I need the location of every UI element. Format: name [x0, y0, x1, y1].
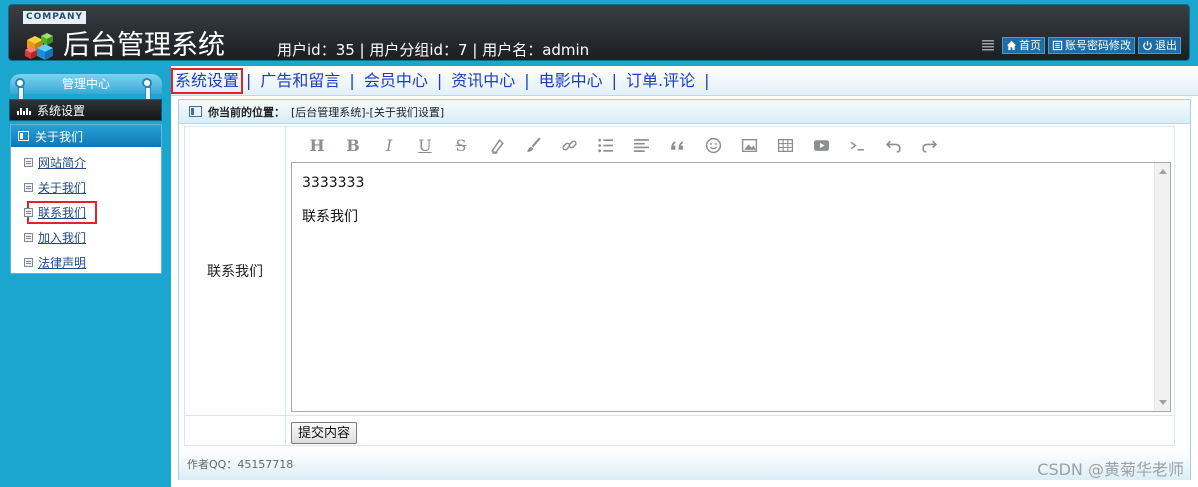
header-actions: 首页 账号密码修改 退出: [981, 36, 1181, 54]
code-icon[interactable]: [839, 134, 875, 158]
align-left-icon[interactable]: [623, 134, 659, 158]
nav-separator: |: [704, 71, 710, 90]
sidebar: 管理中心 系统设置 关于我们 网站简介 关于我们 联系我们 加入我们 法律声明: [0, 66, 171, 487]
italic-icon[interactable]: I: [371, 134, 407, 158]
breadcrumb-label: 你当前的位置：: [208, 105, 285, 119]
emoji-icon[interactable]: [695, 134, 731, 158]
sidebar-heading: 管理中心: [10, 74, 162, 94]
video-icon[interactable]: [803, 134, 839, 158]
doc-icon: [24, 208, 33, 217]
account-password-button[interactable]: 账号密码修改: [1048, 36, 1135, 54]
submit-row-label-cell: [185, 416, 286, 446]
editor-line: 联系我们: [302, 209, 358, 225]
brush-icon[interactable]: [515, 134, 551, 158]
grid-dots-icon: [17, 108, 31, 115]
quote-icon[interactable]: [659, 134, 695, 158]
sidebar-item-legal[interactable]: 法律声明: [11, 250, 161, 275]
logout-button[interactable]: 退出: [1138, 36, 1181, 54]
bullet-list-icon[interactable]: [587, 134, 623, 158]
nav-separator: |: [436, 71, 443, 90]
underline-icon[interactable]: U: [407, 134, 443, 158]
app-title: 后台管理系统: [63, 30, 225, 61]
table-icon[interactable]: [767, 134, 803, 158]
sidebar-item-site-intro[interactable]: 网站简介: [11, 150, 161, 175]
logo-cubes-icon: [25, 33, 53, 60]
panel-icon: [18, 131, 29, 141]
editor-toolbar: H B I U S: [291, 130, 1171, 161]
layout-icon: [189, 106, 202, 117]
logout-label: 退出: [1155, 39, 1177, 52]
pin-icon: [15, 78, 25, 101]
nav-system-settings[interactable]: 系统设置: [171, 67, 244, 94]
bold-icon[interactable]: B: [335, 134, 371, 158]
doc-icon: [24, 183, 33, 192]
link-icon[interactable]: [551, 134, 587, 158]
home-button-label: 首页: [1019, 39, 1041, 52]
undo-icon[interactable]: [875, 134, 911, 158]
submit-row: 提交内容: [185, 415, 1174, 446]
editor-text[interactable]: 3333333 联系我们: [292, 163, 1170, 251]
account-icon: [1052, 40, 1063, 50]
top-nav: 系统设置 | 广告和留言 | 会员中心 | 资讯中心 | 电影中心 | 订单.评…: [171, 66, 1198, 96]
sidebar-item-contact-us[interactable]: 联系我们: [11, 200, 161, 225]
sidebar-item-about-us[interactable]: 关于我们: [11, 175, 161, 200]
image-icon[interactable]: [731, 134, 767, 158]
pin-icon: [142, 78, 152, 101]
sidebar-tab-system-settings[interactable]: 系统设置: [9, 99, 162, 121]
nav-news-center[interactable]: 资讯中心: [445, 71, 521, 91]
scroll-up-icon[interactable]: [1159, 169, 1167, 174]
submit-button[interactable]: 提交内容: [291, 422, 358, 444]
nav-ads-messages[interactable]: 广告和留言: [254, 71, 346, 91]
nav-separator: |: [611, 71, 618, 90]
editor-line: 3333333: [302, 175, 365, 191]
doc-icon: [24, 233, 33, 242]
selection-highlight: [27, 201, 97, 224]
doc-icon: [24, 158, 33, 167]
editor-content[interactable]: 3333333 联系我们: [291, 162, 1171, 412]
sidebar-tab-label: 系统设置: [37, 103, 86, 118]
sidebar-item-join-us[interactable]: 加入我们: [11, 225, 161, 250]
redo-icon[interactable]: [911, 134, 947, 158]
rich-text-editor: H B I U S 3333333 联系我们: [291, 130, 1171, 412]
nav-member-center[interactable]: 会员中心: [358, 71, 434, 91]
heading-icon[interactable]: H: [299, 134, 335, 158]
doc-icon: [24, 258, 33, 267]
editor-scrollbar[interactable]: [1154, 163, 1170, 411]
breadcrumb-path: [后台管理系统]-[关于我们设置]: [291, 105, 445, 119]
app-header: COMPANY 后台管理系统 用户id：35 | 用户分组id：7 | 用户名：…: [0, 0, 1198, 66]
sidebar-section-title[interactable]: 关于我们: [11, 125, 161, 147]
menu-lines-icon: [982, 40, 994, 51]
nav-orders-comments[interactable]: 订单.评论: [620, 71, 701, 91]
nav-separator: |: [349, 71, 355, 90]
strikethrough-icon[interactable]: S: [443, 134, 479, 158]
field-label: 联系我们: [185, 127, 286, 415]
home-button[interactable]: 首页: [1002, 36, 1045, 54]
nav-separator: |: [246, 71, 252, 90]
sidebar-item-list: 网站简介 关于我们 联系我们 加入我们 法律声明: [11, 147, 161, 275]
power-icon: [1143, 40, 1152, 50]
content-form: 联系我们 H B I U S 3333333 联系我们 提交内容: [184, 126, 1175, 446]
nav-separator: |: [524, 71, 530, 90]
breadcrumb: 你当前的位置： [后台管理系统]-[关于我们设置]: [179, 100, 1190, 124]
account-password-label: 账号密码修改: [1065, 39, 1131, 52]
watermark: CSDN @黄菊华老师: [1037, 460, 1184, 479]
scroll-down-icon[interactable]: [1159, 400, 1167, 405]
home-icon: [1006, 40, 1017, 50]
company-tag: COMPANY: [23, 11, 86, 24]
sidebar-section-title-text: 关于我们: [35, 129, 84, 144]
user-info: 用户id：35 | 用户分组id：7 | 用户名：admin: [277, 41, 590, 59]
highlighter-icon[interactable]: [479, 134, 515, 158]
sidebar-section: 关于我们 网站简介 关于我们 联系我们 加入我们 法律声明: [10, 124, 162, 274]
main-panel: 你当前的位置： [后台管理系统]-[关于我们设置] 联系我们 H B I U S: [178, 99, 1191, 480]
nav-movie-center[interactable]: 电影中心: [533, 71, 609, 91]
